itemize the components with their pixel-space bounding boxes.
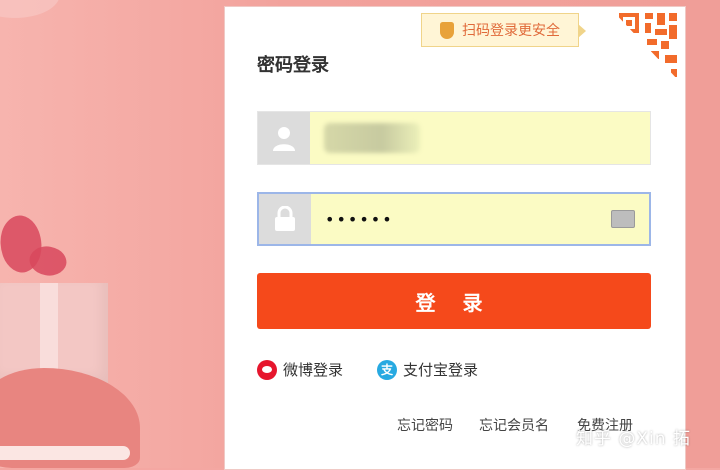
forgot-username-link[interactable]: 忘记会员名 <box>479 415 549 435</box>
weibo-login-link[interactable]: 微博登录 <box>257 359 343 380</box>
keyboard-icon[interactable] <box>611 210 635 228</box>
weibo-icon <box>257 359 277 380</box>
username-value-redacted <box>324 123 420 153</box>
page-title: 密码登录 <box>257 55 329 76</box>
qr-login-tip-label: 扫码登录更安全 <box>462 23 560 39</box>
alipay-login-link[interactable]: 支 支付宝登录 <box>377 359 478 380</box>
forgot-password-link[interactable]: 忘记密码 <box>397 415 453 435</box>
login-button[interactable]: 登 录 <box>257 273 651 329</box>
decor-shoe-sole <box>0 446 130 460</box>
username-field[interactable] <box>257 111 651 165</box>
password-field[interactable]: •••••• <box>257 192 651 246</box>
password-input[interactable]: •••••• <box>311 210 611 229</box>
username-input[interactable] <box>310 123 650 153</box>
user-icon <box>258 112 310 164</box>
watermark: 知乎 @Xin 拓 <box>576 429 691 449</box>
shield-icon <box>440 21 454 39</box>
alipay-login-label: 支付宝登录 <box>403 361 479 379</box>
lock-icon <box>259 194 311 244</box>
qr-login-tip[interactable]: 扫码登录更安全 <box>421 13 586 47</box>
qr-code-icon[interactable] <box>611 9 679 81</box>
weibo-login-label: 微博登录 <box>283 361 344 379</box>
alipay-icon: 支 <box>377 359 397 380</box>
login-panel: 扫码登录更安全 密码登录 •••••• 登 录 微博登录 支 支付宝登录 忘记密… <box>224 6 686 470</box>
